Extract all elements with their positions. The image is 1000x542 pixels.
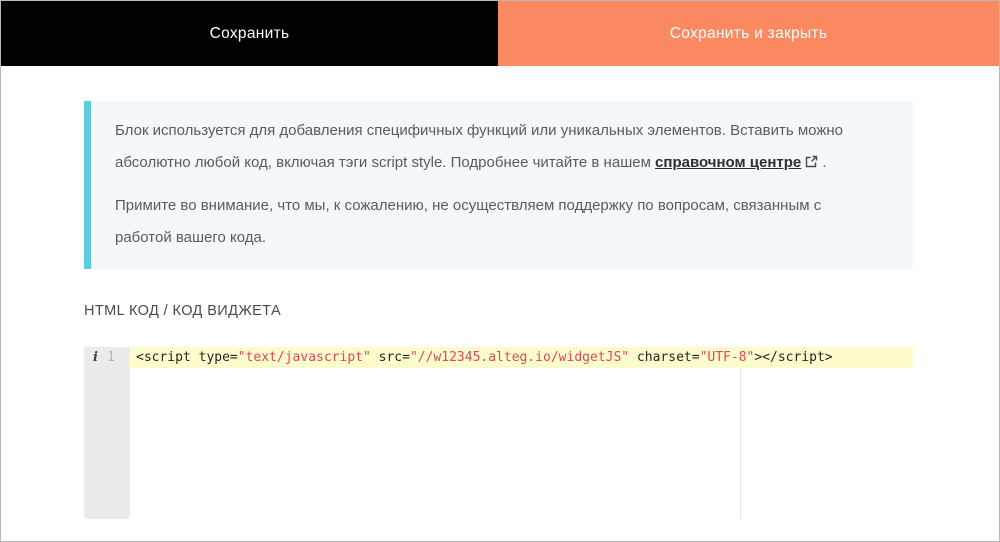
- code-editor[interactable]: i 1 <script type= "text/javascript" src=…: [84, 347, 913, 519]
- code-token: charset=: [629, 350, 699, 365]
- widget-code-label: HTML КОД / КОД ВИДЖЕТА: [84, 303, 999, 319]
- code-line-1[interactable]: <script type= "text/javascript" src= "//…: [130, 347, 913, 368]
- line-number: 1: [107, 350, 115, 365]
- info-paragraph-2: Примите во внимание, что мы, к сожалению…: [115, 190, 873, 253]
- help-center-link-label[interactable]: справочном центре: [655, 154, 801, 171]
- info-text-after-link: .: [818, 154, 826, 171]
- code-token: src=: [371, 350, 410, 365]
- toolbar: Сохранить Сохранить и закрыть: [1, 1, 999, 66]
- code-token: ></script>: [754, 350, 832, 365]
- code-token: <script type=: [136, 350, 238, 365]
- code-token: "UTF-8": [700, 350, 755, 365]
- gutter-line-1: i 1: [84, 347, 130, 368]
- info-marker-icon: i: [93, 350, 98, 365]
- content: Блок используется для добавления специфи…: [1, 101, 999, 519]
- code-token: "//w12345.alteg.io/widgetJS": [410, 350, 629, 365]
- print-margin-ruler: [740, 347, 741, 519]
- external-link-icon[interactable]: [805, 155, 818, 168]
- save-and-close-button[interactable]: Сохранить и закрыть: [498, 1, 999, 66]
- info-box: Блок используется для добавления специфи…: [84, 101, 913, 269]
- editor-gutter: i 1: [84, 347, 130, 519]
- code-token: "text/javascript": [238, 350, 371, 365]
- help-center-link[interactable]: справочном центре: [655, 154, 818, 171]
- code-area[interactable]: <script type= "text/javascript" src= "//…: [130, 347, 913, 519]
- save-button[interactable]: Сохранить: [1, 1, 498, 66]
- info-paragraph-1: Блок используется для добавления специфи…: [115, 115, 873, 178]
- page: Сохранить Сохранить и закрыть Блок испол…: [0, 0, 1000, 542]
